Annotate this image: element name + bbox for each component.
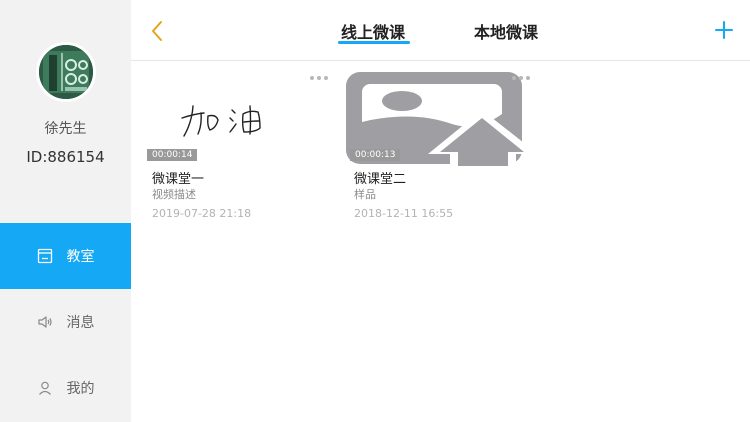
lesson-card[interactable]: 加油 00:00:14 微课堂一 视频描述 2019-07-28 21:18 [146, 70, 331, 220]
sidebar: 徐先生 ID:886154 教室 消息 我的 [0, 0, 131, 422]
duration-badge: 00:00:13 [350, 149, 401, 161]
person-icon [37, 380, 53, 396]
lesson-description: 视频描述 [152, 188, 196, 201]
lesson-thumbnail[interactable]: 加油 00:00:14 [146, 70, 331, 162]
sidebar-item-label: 我的 [66, 381, 95, 397]
back-button[interactable] [145, 18, 169, 44]
add-button[interactable] [713, 19, 735, 41]
lesson-date: 2019-07-28 21:18 [152, 207, 252, 220]
lesson-description: 样品 [354, 188, 376, 201]
top-bar: 线上微课 本地微课 [131, 0, 750, 61]
sidebar-item-messages[interactable]: 消息 [0, 289, 131, 355]
duration-badge: 00:00:14 [147, 149, 198, 161]
lesson-title: 微课堂二 [354, 172, 407, 187]
classroom-icon [37, 248, 53, 264]
sidebar-item-classroom[interactable]: 教室 [0, 223, 131, 289]
tab-online-lessons[interactable]: 线上微课 [341, 19, 405, 43]
sidebar-item-label: 教室 [66, 249, 95, 265]
sidebar-item-mine[interactable]: 我的 [0, 355, 131, 421]
lesson-card[interactable]: 00:00:13 微课堂二 样品 2018-12-11 16:55 [346, 70, 538, 220]
user-name: 徐先生 [44, 121, 87, 137]
app-window: 徐先生 ID:886154 教室 消息 我的 线上微课 本地微课 加油 00:0… [0, 0, 750, 422]
lesson-title: 微课堂一 [152, 172, 205, 187]
sidebar-item-label: 消息 [66, 315, 95, 331]
more-options-icon[interactable] [512, 76, 530, 80]
thumbnail-text: 加油 [146, 70, 148, 71]
active-tab-indicator [338, 41, 410, 44]
avatar-frame [36, 42, 96, 102]
more-options-icon[interactable] [310, 76, 328, 80]
lesson-thumbnail[interactable]: 00:00:13 [346, 70, 538, 170]
tab-local-lessons[interactable]: 本地微课 [474, 19, 538, 43]
lesson-date: 2018-12-11 16:55 [354, 207, 454, 220]
speaker-icon [37, 314, 53, 330]
user-id: ID:886154 [26, 148, 105, 166]
avatar[interactable] [39, 45, 93, 99]
plus-icon [715, 21, 733, 39]
chevron-left-icon [152, 21, 162, 41]
